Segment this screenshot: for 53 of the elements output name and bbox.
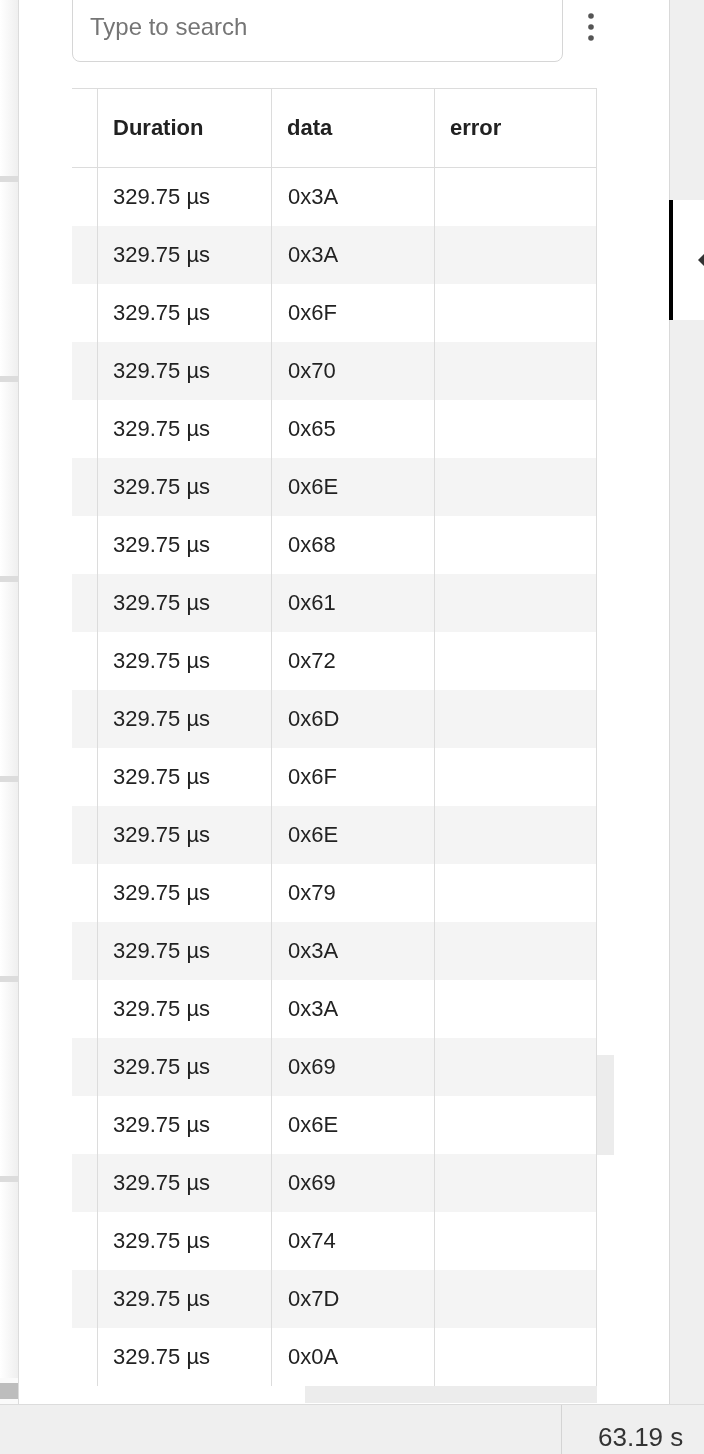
table-cell-text: 0x69 xyxy=(287,1170,336,1196)
status-text: 63.19 s xyxy=(598,1422,684,1452)
table-cell-text: 329.75 µs xyxy=(112,184,211,210)
table-cell-text: 329.75 µs xyxy=(112,1170,211,1196)
table-cell-text: 0x6F xyxy=(287,764,337,790)
table-cell-text: 329.75 µs xyxy=(112,764,211,790)
scrollbar-thumb[interactable] xyxy=(305,1386,597,1403)
search-field[interactable]: Type to search xyxy=(72,0,563,62)
table-cell-text: 0x3A xyxy=(287,242,339,268)
scrollbar-thumb[interactable] xyxy=(0,1383,18,1399)
table-cell-text: 329.75 µs xyxy=(112,1344,211,1370)
table-cell-text: 329.75 µs xyxy=(112,1228,211,1254)
side-tab[interactable] xyxy=(669,200,704,320)
table-cell-text: 0x3A xyxy=(287,184,339,210)
table-cell-text: 0x6E xyxy=(287,474,339,500)
triangle-icon xyxy=(698,252,704,268)
table-cell-text: 0x3A xyxy=(287,996,339,1022)
table-cell-text: 329.75 µs xyxy=(112,242,211,268)
table-cell-text: 329.75 µs xyxy=(112,532,211,558)
table-cell-text: 0x65 xyxy=(287,416,336,442)
vertical-dots-icon xyxy=(588,13,594,41)
table-cell-text: 329.75 µs xyxy=(112,1054,211,1080)
table-cell-text: 329.75 µs xyxy=(112,1286,211,1312)
table-cell-text: 0x79 xyxy=(287,880,336,906)
table-cell-text: 0x70 xyxy=(287,358,336,384)
table-cell-text: 329.75 µs xyxy=(112,880,211,906)
table-cell-text: 0x61 xyxy=(287,590,336,616)
table-cell-text: 0x72 xyxy=(287,648,336,674)
table-cell-text: 0x69 xyxy=(287,1054,336,1080)
table-cell-text: 0x74 xyxy=(287,1228,336,1254)
table-cell-text: 329.75 µs xyxy=(112,996,211,1022)
table-cell-text: 329.75 µs xyxy=(112,474,211,500)
column-header: error xyxy=(449,115,502,141)
table-cell-text: 0x0A xyxy=(287,1344,339,1370)
table-cell-text: 329.75 µs xyxy=(112,590,211,616)
table-cell-text: 0x6F xyxy=(287,300,337,326)
column-header: data xyxy=(286,115,333,141)
table-cell-text: 0x6D xyxy=(287,706,340,732)
table-cell-text: 0x6E xyxy=(287,1112,339,1138)
scrollbar-thumb[interactable] xyxy=(597,1055,614,1155)
table-cell-text: 0x3A xyxy=(287,938,339,964)
table-cell-text: 0x7D xyxy=(287,1286,340,1312)
table-cell-text: 329.75 µs xyxy=(112,648,211,674)
table-cell-text: 329.75 µs xyxy=(112,358,211,384)
table-cell-text: 0x6E xyxy=(287,822,339,848)
table-cell-text: 329.75 µs xyxy=(112,706,211,732)
table-cell-text: 0x68 xyxy=(287,532,336,558)
table-cell-text: 329.75 µs xyxy=(112,822,211,848)
table-cell-text: 329.75 µs xyxy=(112,1112,211,1138)
table-cell-text: 329.75 µs xyxy=(112,300,211,326)
table-cell-text: 329.75 µs xyxy=(112,416,211,442)
column-header: Duration xyxy=(112,115,204,141)
table-cell-text: 329.75 µs xyxy=(112,938,211,964)
